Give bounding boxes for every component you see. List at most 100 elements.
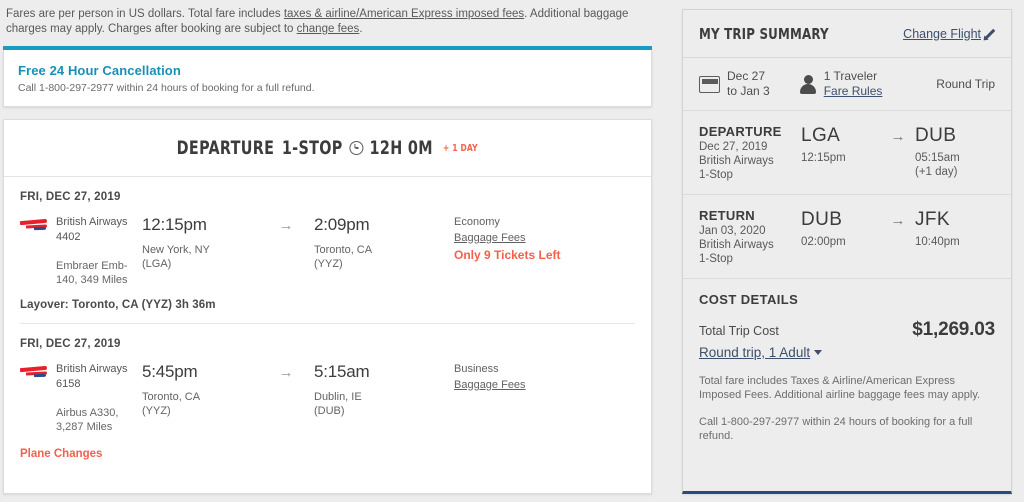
person-icon bbox=[800, 74, 817, 94]
cost-details-title: COST DETAILS bbox=[699, 292, 799, 307]
cost-fine-print-1: Total fare includes Taxes & Airline/Amer… bbox=[699, 375, 981, 401]
departure-cell: 12:15pm New York, NY (LGA) bbox=[142, 215, 258, 287]
leg-dest-code: JFK bbox=[915, 209, 950, 230]
arrival-airport-code: (YYZ) bbox=[314, 258, 343, 270]
total-cost-row: Total Trip Cost $1,269.03 bbox=[699, 319, 995, 341]
airline-name: British Airways bbox=[56, 216, 128, 228]
fare-breakdown-dropdown[interactable]: Round trip, 1 Adult bbox=[699, 345, 823, 360]
arrival-cell: 2:09pm Toronto, CA (YYZ) bbox=[314, 215, 446, 287]
fare-notice-text-1: Fares are per person in US dollars. Tota… bbox=[6, 8, 284, 20]
arrival-city: Dublin, IE bbox=[314, 391, 362, 403]
british-airways-logo-icon bbox=[19, 218, 48, 232]
leg-origin-code: DUB bbox=[801, 209, 843, 230]
summary-leg: DEPARTURE Dec 27, 2019 British Airways 1… bbox=[683, 111, 1011, 194]
teal-accent-bar bbox=[3, 46, 652, 50]
trip-type: Round Trip bbox=[936, 77, 995, 91]
fare-notice: Fares are per person in US dollars. Tota… bbox=[0, 0, 658, 37]
taxes-fees-link[interactable]: taxes & airline/American Express imposed… bbox=[284, 8, 524, 20]
change-flight-label: Change Flight bbox=[903, 26, 981, 41]
total-cost-amount: $1,269.03 bbox=[912, 319, 995, 340]
clock-icon bbox=[349, 141, 364, 155]
flight-number: 4402 bbox=[56, 231, 81, 243]
baggage-fees-link[interactable]: Baggage Fees bbox=[454, 378, 526, 393]
segment-arrow-icon: → bbox=[278, 217, 294, 234]
leg-arrow-icon: → bbox=[890, 212, 906, 229]
departure-time: 5:45pm bbox=[142, 362, 198, 381]
leg-destination: JFK 10:40pm bbox=[915, 208, 995, 249]
trip-date-end: to Jan 3 bbox=[727, 84, 770, 98]
departure-time: 12:15pm bbox=[142, 215, 207, 234]
departure-city: New York, NY bbox=[142, 244, 210, 256]
flight-segment-row: British Airways 6158 Airbus A330, 3,287 … bbox=[4, 350, 651, 434]
header-direction: DEPARTURE bbox=[176, 137, 275, 159]
trip-summary-sidebar: MY TRIP SUMMARY Change Flight Dec 27 to … bbox=[682, 9, 1012, 494]
baggage-fees-link[interactable]: Baggage Fees bbox=[454, 231, 526, 246]
departure-airport-code: (YYZ) bbox=[142, 405, 171, 417]
leg-info: RETURN Jan 03, 2020 British Airways 1-St… bbox=[699, 207, 801, 266]
departure-cell: 5:45pm Toronto, CA (YYZ) bbox=[142, 362, 258, 434]
total-cost-label: Total Trip Cost bbox=[699, 324, 779, 338]
aircraft-equipment: Airbus A330, 3,287 Miles bbox=[56, 407, 119, 433]
segment-date: FRI, DEC 27, 2019 bbox=[20, 338, 121, 350]
aircraft-equipment: Embraer Emb-140, 349 Miles bbox=[56, 260, 128, 286]
trip-summary-title: MY TRIP SUMMARY bbox=[699, 24, 829, 43]
cancellation-title: Free 24 Hour Cancellation bbox=[18, 63, 181, 78]
leg-destination: DUB 05:15am (+1 day) bbox=[915, 124, 995, 179]
fare-rules-link[interactable]: Fare Rules bbox=[824, 84, 883, 99]
segment-date: FRI, DEC 27, 2019 bbox=[20, 191, 121, 203]
traveler-block: 1 Traveler Fare Rules bbox=[800, 69, 883, 99]
leg-date: Dec 27, 2019 bbox=[699, 141, 768, 153]
trip-meta-row: Dec 27 to Jan 3 1 Traveler Fare Rules Ro… bbox=[683, 58, 1011, 111]
header-stops: 1-STOP bbox=[282, 137, 343, 159]
segment-arrow-icon: → bbox=[278, 364, 294, 381]
leg-arrive-time: 10:40pm bbox=[915, 236, 960, 248]
cabin-cell: Business Baggage Fees bbox=[446, 362, 526, 434]
change-flight-button[interactable]: Change Flight bbox=[903, 27, 994, 41]
header-duration: 12H 0M bbox=[369, 137, 434, 159]
leg-origin: LGA 12:15pm bbox=[801, 124, 881, 165]
british-airways-logo-icon bbox=[19, 365, 48, 379]
leg-arrive-time: 05:15am bbox=[915, 152, 960, 164]
leg-route: DUB 02:00pm → JFK 10:40pm bbox=[801, 207, 995, 266]
header-day-offset: + 1 DAY bbox=[443, 142, 479, 154]
leg-origin: DUB 02:00pm bbox=[801, 208, 881, 249]
departure-city: Toronto, CA bbox=[142, 391, 201, 403]
leg-depart-time: 12:15pm bbox=[801, 152, 846, 164]
leg-stops: 1-Stop bbox=[699, 169, 733, 181]
plane-changes-note: Plane Changes bbox=[20, 448, 103, 460]
arrival-cell: 5:15am Dublin, IE (DUB) bbox=[314, 362, 446, 434]
trip-date-start: Dec 27 bbox=[727, 69, 766, 83]
itinerary-card: DEPARTURE 1-STOP 12H 0M + 1 DAY FRI, DEC… bbox=[3, 119, 652, 494]
itinerary-column: Fares are per person in US dollars. Tota… bbox=[0, 0, 666, 502]
cost-details-section: COST DETAILS Total Trip Cost $1,269.03 R… bbox=[683, 278, 1011, 443]
leg-depart-time: 02:00pm bbox=[801, 236, 846, 248]
leg-airline: British Airways bbox=[699, 239, 774, 251]
arrival-city: Toronto, CA bbox=[314, 244, 373, 256]
flight-number: 6158 bbox=[56, 378, 81, 390]
summary-leg: RETURN Jan 03, 2020 British Airways 1-St… bbox=[683, 194, 1011, 278]
leg-stops: 1-Stop bbox=[699, 253, 733, 265]
cabin-class: Business bbox=[454, 363, 499, 375]
cancellation-subtitle: Call 1-800-297-2977 within 24 hours of b… bbox=[18, 82, 315, 94]
leg-info: DEPARTURE Dec 27, 2019 British Airways 1… bbox=[699, 123, 801, 182]
flight-segment-row: British Airways 4402 Embraer Emb-140, 34… bbox=[4, 203, 651, 287]
leg-title: RETURN bbox=[699, 208, 755, 223]
airline-cell: British Airways 6158 Airbus A330, 3,287 … bbox=[19, 362, 142, 434]
tickets-left-warning: Only 9 Tickets Left bbox=[454, 248, 561, 262]
layover-info: Layover: Toronto, CA (YYZ) 3h 36m bbox=[20, 299, 216, 311]
leg-arrive-day-offset: (+1 day) bbox=[915, 166, 958, 178]
cabin-class: Economy bbox=[454, 216, 500, 228]
trip-dates-block: Dec 27 to Jan 3 bbox=[699, 69, 770, 99]
leg-dest-code: DUB bbox=[915, 125, 957, 146]
trip-summary-header: MY TRIP SUMMARY Change Flight bbox=[683, 10, 1011, 58]
arrival-time: 5:15am bbox=[314, 362, 370, 381]
departure-header: DEPARTURE 1-STOP 12H 0M + 1 DAY bbox=[4, 120, 651, 177]
leg-date: Jan 03, 2020 bbox=[699, 225, 766, 237]
leg-title: DEPARTURE bbox=[699, 124, 782, 139]
leg-arrow-icon: → bbox=[890, 128, 906, 145]
leg-origin-code: LGA bbox=[801, 125, 841, 146]
leg-airline: British Airways bbox=[699, 155, 774, 167]
traveler-count: 1 Traveler bbox=[823, 69, 878, 83]
change-fees-link[interactable]: change fees bbox=[297, 23, 360, 35]
departure-airport-code: (LGA) bbox=[142, 258, 172, 270]
